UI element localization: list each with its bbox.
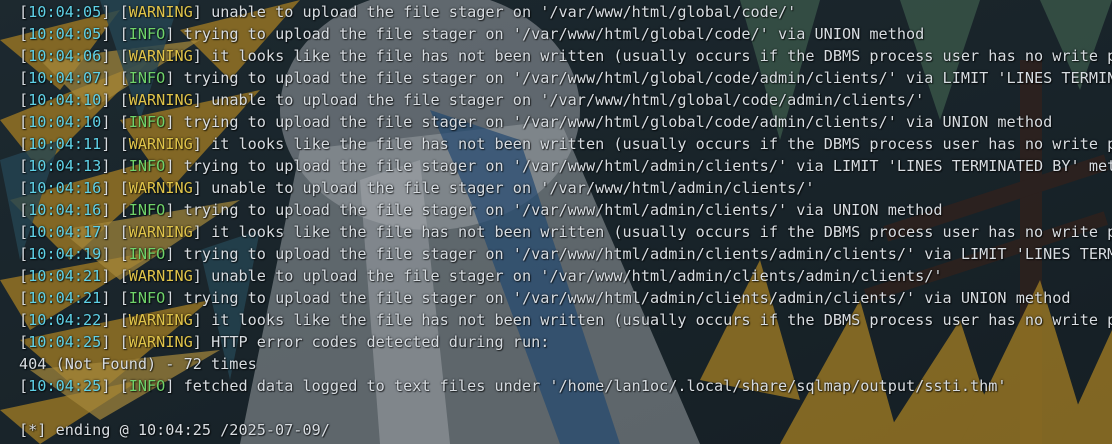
log-message: it looks like the file has not been writ… [201,135,1112,153]
log-timestamp: 10:04:22 [28,311,102,329]
log-line: [10:04:21] [INFO] trying to upload the f… [19,289,1071,307]
log-level: INFO [128,157,166,175]
log-line: [10:04:05] [INFO] trying to upload the f… [19,25,925,43]
log-line: [10:04:16] [WARNING] unable to upload th… [19,179,815,197]
log-timestamp: 10:04:16 [28,201,102,219]
log-message: HTTP error codes detected during run: [201,333,550,351]
log-level: WARNING [128,3,193,21]
log-message: fetched data logged to text files under … [174,377,1007,395]
log-line: [10:04:21] [WARNING] unable to upload th… [19,267,943,285]
ending-line: [*] ending @ 10:04:25 /2025-07-09/ [19,421,330,439]
log-level: INFO [128,113,166,131]
log-level: INFO [128,245,166,263]
log-level: WARNING [128,47,193,65]
log-level: WARNING [128,179,193,197]
log-level: INFO [128,289,166,307]
log-message: trying to upload the file stager on '/va… [174,69,1112,87]
log-message: trying to upload the file stager on '/va… [174,25,925,43]
log-line: [10:04:25] [INFO] fetched data logged to… [19,377,1007,395]
log-timestamp: 10:04:17 [28,223,102,241]
log-timestamp: 10:04:05 [28,25,102,43]
log-level: INFO [128,25,166,43]
log-line: [10:04:06] [WARNING] it looks like the f… [19,45,1112,67]
log-level: INFO [128,377,166,395]
log-message: it looks like the file has not been writ… [201,223,1112,241]
log-line: [10:04:16] [INFO] trying to upload the f… [19,201,943,219]
log-message: it looks like the file has not been writ… [201,311,1112,329]
log-timestamp: 10:04:16 [28,179,102,197]
log-timestamp: 10:04:06 [28,47,102,65]
log-level: WARNING [128,311,193,329]
log-line: [10:04:17] [WARNING] it looks like the f… [19,221,1112,243]
log-timestamp: 10:04:25 [28,333,102,351]
terminal-output[interactable]: [10:04:05] [WARNING] unable to upload th… [0,0,1112,444]
http-error-summary: 404 (Not Found) - 72 times [19,355,257,373]
log-timestamp: 10:04:25 [28,377,102,395]
log-level: INFO [128,69,166,87]
log-line: [10:04:11] [WARNING] it looks like the f… [19,133,1112,155]
log-level: WARNING [128,135,193,153]
log-timestamp: 10:04:13 [28,157,102,175]
log-message: it looks like the file has not been writ… [201,47,1112,65]
log-level: WARNING [128,223,193,241]
log-timestamp: 10:04:07 [28,69,102,87]
log-timestamp: 10:04:05 [28,3,102,21]
log-timestamp: 10:04:10 [28,113,102,131]
log-message: trying to upload the file stager on '/va… [174,157,1112,175]
log-message: trying to upload the file stager on '/va… [174,289,1071,307]
log-line: [10:04:13] [INFO] trying to upload the f… [19,155,1112,177]
log-timestamp: 10:04:10 [28,91,102,109]
log-message: unable to upload the file stager on '/va… [201,3,797,21]
log-message: trying to upload the file stager on '/va… [174,245,1112,263]
log-level: WARNING [128,267,193,285]
log-timestamp: 10:04:21 [28,289,102,307]
log-line: [10:04:25] [WARNING] HTTP error codes de… [19,333,550,351]
log-message: unable to upload the file stager on '/va… [201,267,943,285]
log-line: [10:04:19] [INFO] trying to upload the f… [19,243,1112,265]
log-line: [10:04:22] [WARNING] it looks like the f… [19,309,1112,331]
log-timestamp: 10:04:11 [28,135,102,153]
log-message: unable to upload the file stager on '/va… [201,179,815,197]
log-message: trying to upload the file stager on '/va… [174,201,943,219]
log-message: unable to upload the file stager on '/va… [201,91,925,109]
log-level: INFO [128,201,166,219]
log-line: [10:04:07] [INFO] trying to upload the f… [19,67,1112,89]
log-timestamp: 10:04:21 [28,267,102,285]
log-line: [10:04:10] [INFO] trying to upload the f… [19,113,1053,131]
log-level: WARNING [128,333,193,351]
log-message: trying to upload the file stager on '/va… [174,113,1053,131]
log-line: [10:04:10] [WARNING] unable to upload th… [19,91,925,109]
log-line: [10:04:05] [WARNING] unable to upload th… [19,3,797,21]
log-level: WARNING [128,91,193,109]
log-timestamp: 10:04:19 [28,245,102,263]
